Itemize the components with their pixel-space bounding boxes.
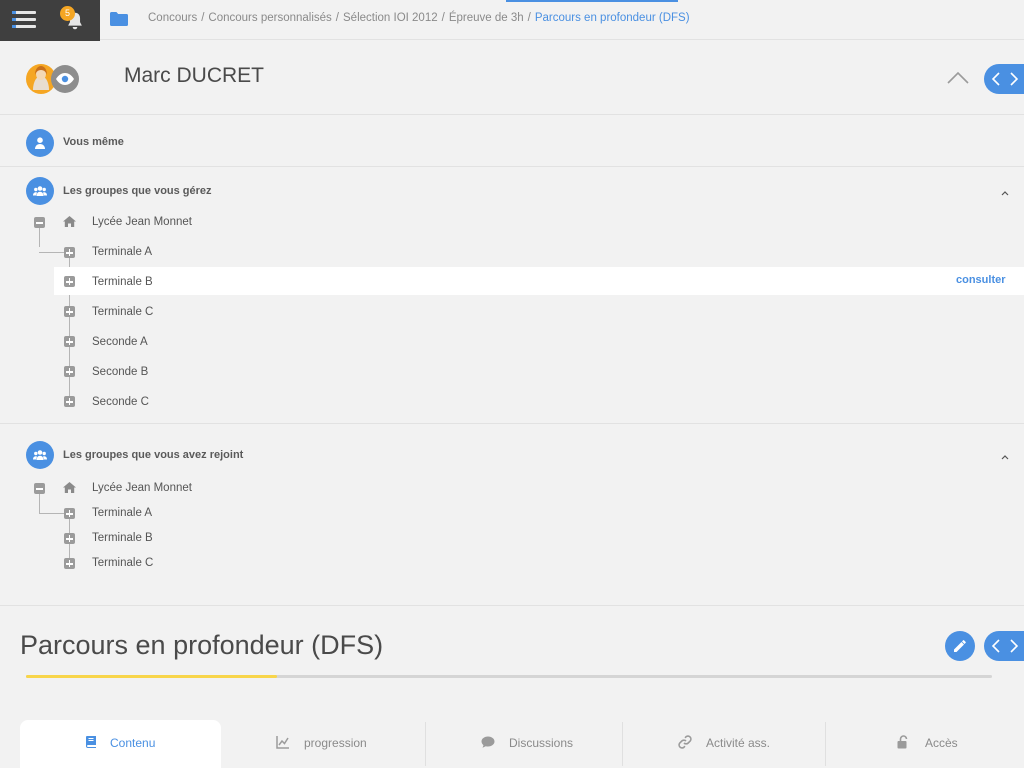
folder-icon[interactable]	[110, 11, 128, 27]
book-icon	[86, 736, 96, 748]
breadcrumb-current: Parcours en profondeur (DFS)	[534, 12, 690, 24]
tab-contenu[interactable]: Contenu	[20, 720, 221, 768]
activity-tabs: Contenu progression Discussions Activité…	[20, 720, 1024, 768]
tab-discussions[interactable]: Discussions	[426, 720, 622, 768]
tab-activite-ass[interactable]: Activité ass.	[623, 720, 825, 768]
breadcrumb-item-selection-ioi[interactable]: Sélection IOI 2012	[343, 12, 438, 24]
view-as-eye-icon[interactable]	[51, 65, 79, 93]
expand-toggle-icon[interactable]	[64, 508, 75, 519]
expand-toggle-icon[interactable]	[64, 533, 75, 544]
chevron-left-icon[interactable]	[991, 72, 1001, 86]
tab-progression[interactable]: progression	[221, 720, 426, 768]
tree-root-label[interactable]: Lycée Jean Monnet	[92, 482, 192, 494]
section-title-joined[interactable]: Les groupes que vous avez rejoint	[63, 449, 243, 461]
home-icon	[63, 482, 76, 493]
activity-progress-bar	[26, 675, 992, 678]
home-icon	[63, 216, 76, 227]
section-divider	[0, 423, 1024, 424]
expand-toggle-icon[interactable]	[64, 396, 75, 407]
expand-toggle-icon[interactable]	[64, 276, 75, 287]
activity-progress-fill	[26, 675, 278, 678]
tree-node-label[interactable]: Terminale C	[92, 557, 153, 569]
chevron-right-icon[interactable]	[1009, 639, 1019, 653]
tree-node-label[interactable]: Terminale A	[92, 246, 152, 258]
tree-node-label[interactable]: Seconde C	[92, 396, 149, 408]
expand-toggle-icon[interactable]	[64, 366, 75, 377]
collapse-managed-caret-icon[interactable]	[1001, 190, 1009, 196]
page-load-indicator	[506, 0, 678, 2]
tab-label: progression	[304, 736, 367, 750]
breadcrumb-item-concours-personnalises[interactable]: Concours personnalisés	[208, 12, 331, 24]
chart-icon	[276, 736, 289, 749]
top-bar: 5 Concours / Concours personnalisés / Sélect…	[0, 0, 1024, 41]
chevron-left-icon[interactable]	[991, 639, 1001, 653]
user-name: Marc DUCRET	[124, 64, 264, 87]
section-title-self[interactable]: Vous même	[63, 136, 124, 148]
edit-button[interactable]	[945, 631, 975, 661]
pencil-icon	[954, 640, 966, 652]
tree-row-highlighted[interactable]: consulter	[54, 267, 1024, 295]
collapse-chevron-icon[interactable]	[946, 69, 970, 85]
collapse-toggle-icon[interactable]	[34, 217, 45, 228]
activity-title: Parcours en profondeur (DFS)	[20, 630, 384, 660]
tree-node-label[interactable]: Seconde B	[92, 366, 148, 378]
activity-nav-buttons[interactable]	[984, 631, 1024, 661]
tree-node-label[interactable]: Seconde A	[92, 336, 148, 348]
tree-root-label[interactable]: Lycée Jean Monnet	[92, 216, 192, 228]
consulter-link[interactable]: consulter	[956, 274, 1006, 286]
collapse-toggle-icon[interactable]	[34, 483, 45, 494]
comment-icon	[481, 736, 495, 748]
unlock-icon	[897, 735, 908, 749]
collapse-joined-caret-icon[interactable]	[1001, 454, 1009, 460]
tab-label: Discussions	[509, 736, 574, 750]
chevron-right-icon[interactable]	[1009, 72, 1019, 86]
expand-toggle-icon[interactable]	[64, 558, 75, 569]
menu-icon[interactable]	[12, 11, 36, 29]
expand-toggle-icon[interactable]	[64, 336, 75, 347]
self-user-icon	[26, 129, 54, 157]
tab-acces[interactable]: Accès	[826, 720, 1024, 768]
user-header: Marc DUCRET	[0, 41, 1024, 115]
section-title-managed[interactable]: Les groupes que vous gérez	[63, 185, 212, 197]
tree-node-label[interactable]: Terminale A	[92, 507, 152, 519]
tree-connector	[39, 494, 40, 513]
notification-count-badge: 5	[60, 6, 75, 21]
breadcrumb-item-epreuve[interactable]: Épreuve de 3h	[449, 12, 524, 24]
managed-groups-icon	[26, 177, 54, 205]
tree-node-label[interactable]: Terminale B	[92, 276, 153, 288]
topbar-menu-area: 5	[0, 0, 100, 41]
tab-label: Activité ass.	[706, 736, 771, 750]
expand-toggle-icon[interactable]	[64, 306, 75, 317]
link-icon	[678, 735, 692, 749]
joined-groups-icon	[26, 441, 54, 469]
breadcrumb-item-concours[interactable]: Concours	[148, 12, 197, 24]
section-divider	[0, 166, 1024, 167]
tab-label: Accès	[925, 736, 958, 750]
user-nav-buttons[interactable]	[984, 64, 1024, 94]
tree-connector	[39, 228, 40, 247]
tree-node-label[interactable]: Terminale C	[92, 306, 153, 318]
section-divider	[0, 605, 1024, 606]
expand-toggle-icon[interactable]	[64, 247, 75, 258]
breadcrumb: Concours / Concours personnalisés / Sélectio…	[148, 12, 690, 24]
tab-label: Contenu	[110, 736, 156, 750]
tree-node-label[interactable]: Terminale B	[92, 532, 153, 544]
